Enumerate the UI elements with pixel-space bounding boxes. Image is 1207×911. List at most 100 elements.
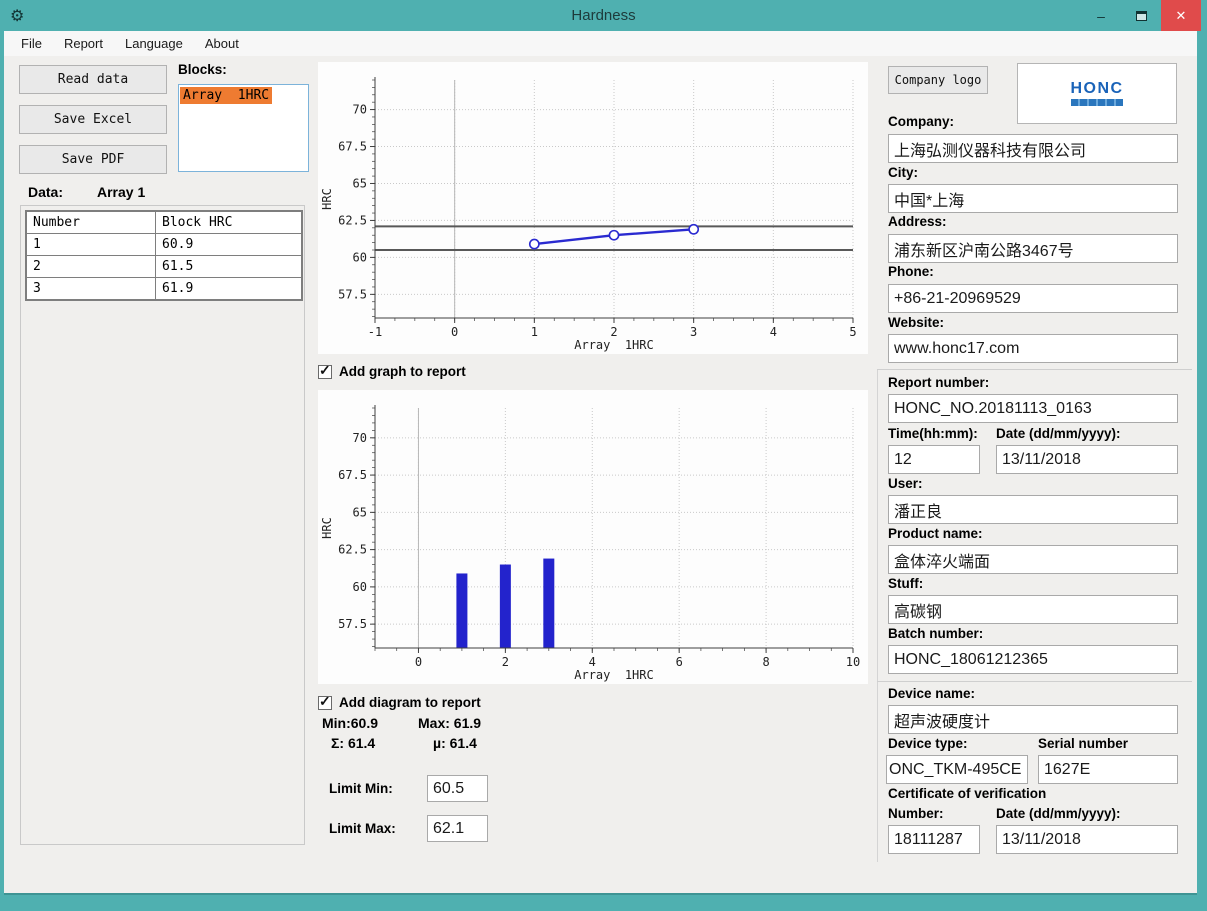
table-cell: 61.9 — [156, 278, 301, 299]
address-label: Address: — [888, 214, 947, 229]
add-diagram-label: Add diagram to report — [339, 695, 481, 710]
city-field[interactable] — [888, 184, 1178, 213]
svg-text:65: 65 — [353, 505, 367, 519]
add-graph-checkbox[interactable]: ✓ — [318, 365, 332, 379]
table-row[interactable]: 261.5 — [27, 256, 301, 277]
svg-text:1: 1 — [531, 325, 538, 339]
close-button[interactable]: ✕ — [1161, 0, 1201, 31]
svg-text:10: 10 — [846, 655, 860, 669]
svg-text:3: 3 — [690, 325, 697, 339]
svg-text:67.5: 67.5 — [338, 468, 367, 482]
svg-text:8: 8 — [762, 655, 769, 669]
device-section-divider — [877, 681, 1192, 682]
hrc-line-chart: -101234557.56062.56567.570Array 1HRCHRC — [318, 62, 868, 354]
stat-sigma: Σ: 61.4 — [331, 735, 375, 751]
window-controls: – ✕ — [1081, 0, 1201, 31]
table-cell: 61.5 — [156, 256, 301, 277]
svg-text:6: 6 — [676, 655, 683, 669]
svg-text:Array 1HRC: Array 1HRC — [574, 668, 653, 682]
limit-min-input[interactable] — [427, 775, 488, 802]
data-table: NumberBlock HRC160.9261.5361.9 — [25, 210, 303, 301]
date-label: Date (dd/mm/yyyy): — [996, 426, 1121, 441]
company-field[interactable] — [888, 134, 1178, 163]
minimize-button[interactable]: – — [1081, 0, 1121, 31]
read-data-button[interactable]: Read data — [19, 65, 167, 94]
serial-number-label: Serial number — [1038, 736, 1128, 751]
svg-text:57.5: 57.5 — [338, 617, 367, 631]
product-name-field[interactable] — [888, 545, 1178, 574]
svg-text:60: 60 — [353, 580, 367, 594]
company-logo-box: HONC — [1017, 63, 1177, 124]
report-section-divider — [877, 369, 1192, 370]
save-excel-button[interactable]: Save Excel — [19, 105, 167, 134]
menu-item-file[interactable]: File — [10, 31, 53, 56]
user-field[interactable] — [888, 495, 1178, 524]
maximize-button[interactable] — [1121, 0, 1161, 31]
report-number-field[interactable] — [888, 394, 1178, 423]
limit-max-label: Limit Max: — [329, 821, 396, 836]
date-field[interactable] — [996, 445, 1178, 474]
save-pdf-button[interactable]: Save PDF — [19, 145, 167, 174]
menubar: FileReportLanguageAbout — [4, 31, 1197, 56]
cert-date-field[interactable] — [996, 825, 1178, 854]
svg-text:0: 0 — [415, 655, 422, 669]
stuff-label: Stuff: — [888, 576, 923, 591]
batch-number-label: Batch number: — [888, 626, 983, 641]
limit-max-input[interactable] — [427, 815, 488, 842]
device-type-label: Device type: — [888, 736, 968, 751]
add-diagram-checkbox[interactable]: ✓ — [318, 696, 332, 710]
device-name-field[interactable] — [888, 705, 1178, 734]
menu-item-report[interactable]: Report — [53, 31, 114, 56]
check-icon: ✓ — [319, 363, 331, 377]
svg-text:HRC: HRC — [320, 517, 334, 539]
phone-field[interactable] — [888, 284, 1178, 313]
add-graph-checkbox-row: ✓ Add graph to report — [318, 364, 466, 379]
right-panel-divider-vertical — [877, 369, 878, 862]
svg-text:4: 4 — [589, 655, 596, 669]
bottom-border-line — [4, 893, 1197, 895]
svg-text:70: 70 — [353, 431, 367, 445]
time-label: Time(hh:mm): — [888, 426, 978, 441]
company-logo-text: HONC — [1070, 81, 1123, 97]
stat-mu: µ: 61.4 — [433, 735, 477, 751]
company-logo-button[interactable]: Company logo — [888, 66, 988, 94]
table-header-row: NumberBlock HRC — [27, 212, 301, 233]
svg-text:5: 5 — [849, 325, 856, 339]
data-table-container: NumberBlock HRC160.9261.5361.9 — [20, 205, 305, 845]
city-label: City: — [888, 165, 918, 180]
table-row[interactable]: 361.9 — [27, 278, 301, 299]
table-row[interactable]: 160.9 — [27, 234, 301, 255]
serial-number-field[interactable] — [1038, 755, 1178, 784]
company-label: Company: — [888, 114, 954, 129]
blocks-listbox[interactable]: Array 1HRC — [178, 84, 309, 172]
website-label: Website: — [888, 315, 944, 330]
stuff-field[interactable] — [888, 595, 1178, 624]
device-type-field[interactable] — [886, 755, 1028, 784]
table-cell: 60.9 — [156, 234, 301, 255]
menu-item-language[interactable]: Language — [114, 31, 194, 56]
svg-text:57.5: 57.5 — [338, 287, 367, 301]
window-title: Hardness — [571, 7, 635, 24]
svg-text:HRC: HRC — [320, 188, 334, 210]
stat-max: Max: 61.9 — [418, 715, 481, 731]
website-field[interactable] — [888, 334, 1178, 363]
table-header-cell: Block HRC — [156, 212, 301, 233]
app-window: ⚙ Hardness – ✕ FileReportLanguageAbout R… — [0, 0, 1207, 911]
menu-item-about[interactable]: About — [194, 31, 250, 56]
data-array-value: Array 1 — [97, 184, 145, 200]
svg-text:0: 0 — [451, 325, 458, 339]
user-label: User: — [888, 476, 923, 491]
table-header-cell: Number — [27, 212, 155, 233]
maximize-icon — [1136, 11, 1147, 21]
svg-text:67.5: 67.5 — [338, 140, 367, 154]
svg-text:62.5: 62.5 — [338, 543, 367, 557]
blocks-list-item[interactable]: Array 1HRC — [180, 87, 272, 104]
cert-number-field[interactable] — [888, 825, 980, 854]
batch-number-field[interactable] — [888, 645, 1178, 674]
limit-min-label: Limit Min: — [329, 781, 393, 796]
product-name-label: Product name: — [888, 526, 983, 541]
time-field[interactable] — [888, 445, 980, 474]
add-diagram-checkbox-row: ✓ Add diagram to report — [318, 695, 481, 710]
address-field[interactable] — [888, 234, 1178, 263]
close-icon: ✕ — [1176, 8, 1187, 24]
